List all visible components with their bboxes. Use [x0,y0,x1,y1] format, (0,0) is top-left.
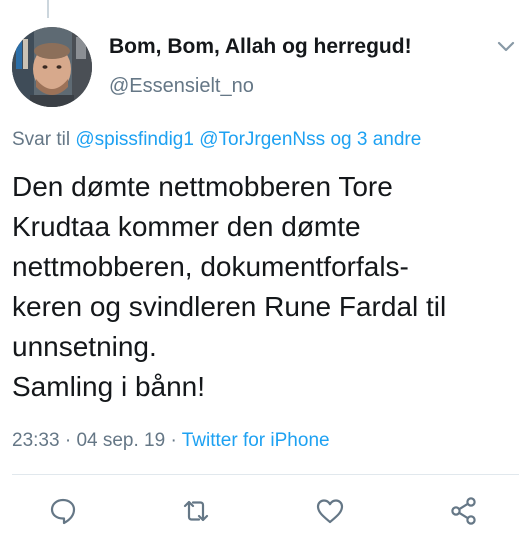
avatar[interactable] [12,27,92,107]
share-icon [451,497,476,525]
reply-prefix: Svar til [12,129,71,150]
retweet-icon [183,500,209,522]
tweet-header: Bom, Bom, Allah og herregud! @Essensielt… [109,34,412,99]
like-button[interactable] [314,495,346,527]
tweet-text-line: Samling i bånn! [12,371,206,402]
chevron-down-icon[interactable] [496,40,516,54]
reply-button[interactable] [47,495,79,527]
avatar-photo [12,27,92,107]
tweet-text-line: keren og svindleren Rune Fardal til [12,291,447,322]
tweet-time: 23:33 [12,430,60,451]
meta-separator: · [170,430,177,451]
tweet-date: 04 sep. 19 [76,430,166,451]
tweet-text-line: Krudtaa kommer den dømte [12,211,361,242]
action-bar [0,495,531,527]
thread-connector-line [47,0,49,18]
tweet-meta: 23:33 · 04 sep. 19 · Twitter for iPhone [12,428,330,454]
meta-separator: · [64,430,72,451]
retweet-button[interactable] [180,495,212,527]
tweet-text: Den dømte nettmobberen Tore Krudtaa komm… [12,167,522,407]
heart-icon [316,499,344,524]
reply-context: Svar til @spissfindig1 @TorJrgenNss og 3… [12,127,421,153]
mention-link[interactable]: @spissfindig1 [75,129,194,150]
reply-others-link[interactable]: 3 andre [357,129,421,150]
reply-and-text[interactable]: og [330,129,351,150]
tweet-text-line: nettmobberen, dokumentforfals- [12,251,409,282]
display-name[interactable]: Bom, Bom, Allah og herregud! [109,34,412,60]
share-button[interactable] [448,495,480,527]
divider [12,474,519,475]
tweet-source-link[interactable]: Twitter for iPhone [182,430,330,451]
reply-icon [50,498,76,525]
user-handle[interactable]: @Essensielt_no [109,73,412,99]
mention-link[interactable]: @TorJrgenNss [199,129,325,150]
tweet-text-line: unnsetning. [12,331,157,362]
tweet-text-line: Den dømte nettmobberen Tore [12,171,393,202]
